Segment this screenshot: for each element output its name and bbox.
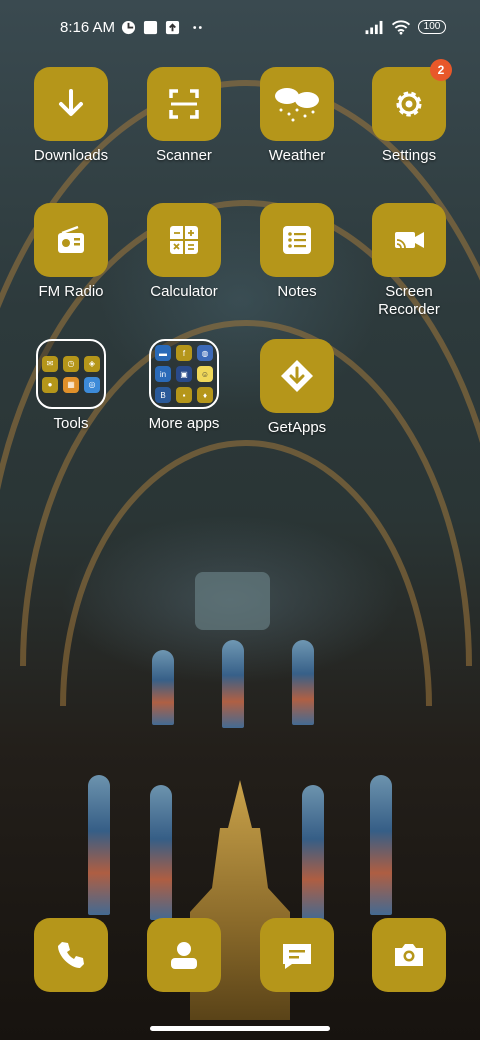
contacts-tile[interactable] (147, 918, 221, 992)
app-label: Notes (277, 283, 317, 300)
booking-icon: B (155, 387, 171, 403)
screen-recorder-tile[interactable] (372, 203, 446, 277)
screen-recorder-icon (395, 232, 424, 249)
camera-tile[interactable] (372, 918, 446, 992)
downloads-tile[interactable] (34, 67, 108, 141)
bulb-icon: ● (42, 376, 58, 393)
phone-icon (58, 942, 84, 968)
notification-badge: 2 (430, 59, 452, 81)
app-label: Screen Recorder (378, 283, 440, 318)
getapps-icon (281, 360, 313, 392)
calculator-tile[interactable] (147, 203, 221, 277)
dock-camera[interactable] (359, 918, 459, 992)
signal-icon (365, 20, 383, 35)
upload-notification-icon (165, 20, 180, 35)
scanner-tile[interactable] (147, 67, 221, 141)
linkedin-icon: in (155, 366, 171, 382)
app-label: GetApps (267, 419, 327, 436)
browser-icon: ◍ (197, 345, 213, 361)
clock-icon: ◷ (63, 355, 79, 372)
folder-more-apps[interactable]: ▬ f ◍ in ▣ ☺ B ▪ ♦ More apps (134, 339, 234, 433)
stained-glass-window (152, 650, 174, 725)
getapps-tile[interactable] (260, 339, 334, 413)
scanner-icon (169, 89, 199, 119)
wifi-icon (391, 20, 411, 35)
media-icon: ▪ (176, 387, 192, 403)
app-label: Settings (381, 147, 437, 164)
ribbon-icon: ♦ (197, 387, 213, 403)
app-label: Tools (53, 415, 89, 432)
messages-icon (283, 944, 311, 969)
app-label: FM Radio (38, 283, 104, 300)
app-calculator[interactable]: Calculator (134, 203, 234, 301)
calculator-icon (170, 226, 198, 254)
app-getapps[interactable]: GetApps (247, 339, 347, 437)
fm-radio-tile[interactable] (34, 203, 108, 277)
stained-glass-window (222, 640, 244, 728)
shopping-icon: ▣ (176, 366, 192, 382)
weather-icon (275, 88, 319, 122)
gear-icon (396, 91, 422, 117)
notes-tile[interactable] (260, 203, 334, 277)
download-icon (59, 89, 83, 116)
app-label: Calculator (150, 283, 218, 300)
snapchat-icon: ☺ (197, 366, 213, 382)
app-screen-recorder[interactable]: Screen Recorder (359, 203, 459, 319)
phone-tile[interactable] (34, 918, 108, 992)
notification-square-icon (143, 20, 158, 35)
more-notifications-icon (193, 26, 202, 29)
app-fm-radio[interactable]: FM Radio (21, 203, 121, 301)
app-downloads[interactable]: Downloads (21, 67, 121, 165)
battery-icon: 100 (418, 20, 446, 34)
app-label: Scanner (156, 147, 212, 164)
dock-messages[interactable] (247, 918, 347, 992)
stained-glass-window (370, 775, 392, 915)
folder-icon[interactable]: ▬ f ◍ in ▣ ☺ B ▪ ♦ (149, 339, 219, 409)
weather-tile[interactable] (260, 67, 334, 141)
app-scanner[interactable]: Scanner (134, 67, 234, 165)
app-label: Downloads (33, 147, 109, 164)
compass-icon: ◈ (84, 355, 100, 372)
mail-icon: ✉ (42, 355, 58, 372)
folder-tools[interactable]: ✉ ◷ ◈ ● ▦ ◎ Tools (21, 339, 121, 433)
battery-level: 100 (423, 21, 441, 32)
dock-phone[interactable] (21, 918, 121, 992)
app-weather[interactable]: Weather (247, 67, 347, 165)
contacts-icon (171, 942, 197, 969)
folder-icon[interactable]: ✉ ◷ ◈ ● ▦ ◎ (36, 339, 106, 409)
app-notes[interactable]: Notes (247, 203, 347, 301)
status-bar: 8:16 AM 100 (0, 0, 480, 56)
facebook-icon: f (176, 345, 192, 361)
messages-tile[interactable] (260, 918, 334, 992)
settings-tile[interactable]: 2 (372, 59, 452, 141)
app-settings[interactable]: 2 Settings (359, 59, 459, 165)
chandelier (195, 572, 270, 630)
data-saver-icon (121, 20, 136, 35)
status-time: 8:16 AM (60, 19, 116, 36)
dock-contacts[interactable] (134, 918, 234, 992)
camera-icon (395, 944, 423, 966)
security-icon: ◎ (84, 376, 100, 393)
notes-icon (283, 226, 311, 254)
stained-glass-window (302, 785, 324, 920)
stained-glass-window (150, 785, 172, 920)
stained-glass-window (88, 775, 110, 915)
home-indicator[interactable] (150, 1026, 330, 1031)
app-label: Weather (268, 147, 326, 164)
app-label: More apps (148, 415, 220, 432)
news-icon: ▬ (155, 345, 171, 361)
stained-glass-window (292, 640, 314, 725)
radio-icon (58, 225, 84, 253)
grid-icon: ▦ (63, 376, 79, 393)
